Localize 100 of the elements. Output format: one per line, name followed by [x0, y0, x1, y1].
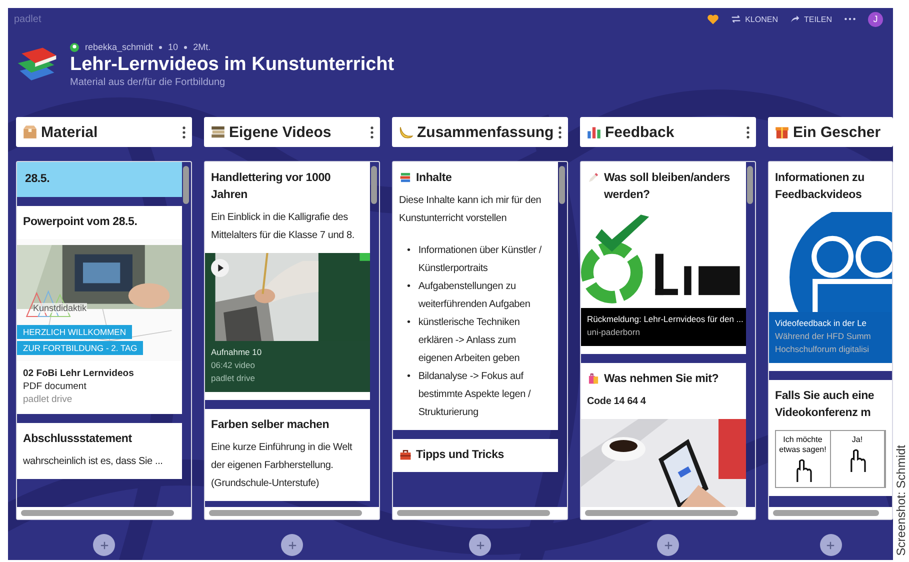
- add-post-button[interactable]: [820, 534, 842, 556]
- like-count: 10: [168, 42, 178, 52]
- scrollbar-thumb[interactable]: [397, 510, 550, 516]
- scrollbar-thumb[interactable]: [585, 510, 738, 516]
- post-title: Was nehmen Sie mit?: [604, 372, 719, 387]
- avatar[interactable]: J: [868, 12, 883, 26]
- post-title: Abschlussstatement: [23, 432, 132, 447]
- separator-dot: [184, 46, 188, 48]
- heart-icon[interactable]: [707, 14, 720, 24]
- column-title: Zusammenfassung: [417, 124, 555, 140]
- attachment-text: Hochschulforum digitalisi: [775, 343, 870, 356]
- speech-text: Ich möchte etwas sagen!: [778, 435, 828, 455]
- attachment-preview[interactable]: Aufnahme 10 06:42 video padlet drive: [205, 253, 370, 392]
- post-card[interactable]: [393, 162, 558, 430]
- kebab-menu-icon[interactable]: [182, 126, 186, 138]
- column-title: Ein Gescher: [793, 124, 882, 140]
- post-title: 28.5.: [25, 172, 50, 187]
- bullet-item: Informationen über Künstler / Künstlerportraits: [418, 244, 542, 276]
- box-icon: [22, 124, 38, 140]
- plus-icon: [100, 540, 108, 550]
- bullet-item: Bildanalyse -> Fokus auf bestimmte Aspekte legen / Strukturierung: [418, 370, 532, 420]
- bullet-item: künstlerische Techniken erklären -> Anlass zum eigenen Arbeiten geben: [418, 316, 521, 366]
- post-text: wahrscheinlich ist es, dass Sie ...: [23, 455, 164, 469]
- bullet-marker: •: [407, 280, 410, 294]
- plus-icon: [476, 540, 484, 550]
- board-subtitle: Material aus der/für die Fortbildung: [70, 77, 226, 88]
- post-card[interactable]: Falls Sie auch eine Videokonferenz m Ich möchte etwas sagen! Ja!: [769, 380, 892, 496]
- post-card[interactable]: 28.5.: [17, 162, 182, 197]
- slide-banner: HERZLICH WILLKOMMEN: [17, 325, 132, 339]
- toolbox-icon: [399, 448, 412, 461]
- post-card[interactable]: Handlettering vor 1000 Jahren Ein Einblick in die Kalligrafie des Mittelalters für die Klasse 7 und 8. Aufnahme 10 06:42 video padlet drive: [205, 162, 370, 400]
- image-credit: Screenshot: Schmidt: [894, 445, 908, 556]
- post-card[interactable]: Informationen zu Feedbackvideos Videofeedback in der Le Während der HFD Summ Hochschulforum digitalisi: [769, 162, 892, 371]
- post-text: Ein Einblick in die Kalligrafie des Mittelalters für die Klasse 7 und 8.: [211, 211, 356, 243]
- books-icon: [399, 171, 412, 184]
- slide-preview[interactable]: Kunstdidaktik HERZLICH WILLKOMMEN ZUR FORTBILDUNG - 2. TAG: [17, 239, 182, 361]
- attachment-text: 06:42 video: [211, 359, 256, 372]
- column-title: Eigene Videos: [229, 124, 332, 140]
- kebab-menu-icon[interactable]: [746, 126, 750, 138]
- pencil-icon: [587, 171, 600, 184]
- board-title: Lehr-Lernvideos im Kunstunterricht: [70, 54, 394, 76]
- bullet-marker: •: [407, 370, 410, 384]
- post-card[interactable]: Abschlussstatement wahrscheinlich ist es, dass Sie ...: [17, 423, 182, 479]
- plus-icon: [826, 540, 835, 550]
- post-title: Falls Sie auch eine Videokonferenz m: [775, 389, 876, 421]
- scrollbar-thumb[interactable]: [773, 510, 879, 516]
- kebab-menu-icon[interactable]: [370, 126, 374, 138]
- add-post-button[interactable]: [281, 534, 303, 556]
- attachment-text: padlet drive: [23, 393, 74, 406]
- attachment-text: uni-paderborn: [587, 326, 641, 339]
- speech-text: Ja!: [852, 435, 863, 445]
- author-name[interactable]: rebekka_schmidt: [85, 42, 154, 52]
- kebab-menu-icon[interactable]: [558, 126, 562, 138]
- scrollbar-thumb[interactable]: [559, 166, 565, 204]
- column-title: Feedback: [605, 124, 676, 140]
- post-text: Code 14 64 4: [587, 395, 647, 409]
- attachment-text: Während der HFD Summ: [775, 330, 872, 343]
- swap-icon: [731, 14, 742, 24]
- scrollbar-thumb[interactable]: [371, 166, 377, 204]
- separator-dot: [159, 46, 162, 48]
- scrollbar-thumb[interactable]: [747, 166, 753, 204]
- scrollbar-thumb[interactable]: [209, 510, 362, 516]
- post-text: Diese Inhalte kann ich mir für den Kunstunterricht vorstellen: [399, 194, 542, 226]
- post-card[interactable]: Was soll bleiben/anders werden? Rückmeldung: Lehr-Lernvideos für den ... uni-paderborn: [581, 162, 746, 354]
- scrollbar-thumb[interactable]: [21, 510, 174, 516]
- post-title: Powerpoint vom 28.5.: [23, 215, 138, 230]
- share-icon: [790, 14, 800, 24]
- post-title: Tipps und Tricks: [416, 448, 504, 463]
- add-post-button[interactable]: [93, 534, 115, 556]
- bullet-marker: •: [407, 244, 410, 258]
- bar-chart-icon: [586, 124, 602, 140]
- post-title: Was soll bleiben/anders werden?: [604, 171, 731, 203]
- attachment-preview[interactable]: Rückmeldung: Lehr-Lernvideos für den ... uni-paderborn: [581, 212, 746, 346]
- bullet-marker: •: [407, 316, 410, 330]
- attachment-text: Aufnahme 10: [211, 346, 263, 359]
- post-card[interactable]: Farben selber machen Eine kurze Einführung in die Welt der eigenen Farbherstellung. (Grundschule-Unterstufe): [205, 409, 370, 501]
- post-title: Inhalte: [416, 171, 452, 186]
- more-icon[interactable]: [844, 17, 856, 21]
- gift-icon: [774, 124, 790, 140]
- play-icon[interactable]: [211, 259, 229, 277]
- attachment-text: 02 FoBi Lehr Lernvideos: [23, 367, 135, 380]
- plus-icon: [664, 540, 672, 550]
- banana-icon: [398, 124, 414, 140]
- toolbar-button[interactable]: TEILEN: [790, 14, 832, 24]
- add-post-button[interactable]: [657, 534, 679, 556]
- post-title: Farben selber machen: [211, 418, 330, 433]
- attachment-text: PDF document: [23, 380, 88, 393]
- post-card[interactable]: Powerpoint vom 28.5. Kunstdidaktik HERZLICH WILLKOMMEN ZUR FORTBILDUNG - 2. TAG 02 FoBi Lehr Lernvideos PDF document padlet drive: [17, 206, 182, 414]
- column-title: Material: [41, 124, 99, 140]
- attachment-text: padlet drive: [211, 372, 256, 385]
- shopping-bag-icon: [587, 372, 600, 385]
- post-title: Informationen zu Feedbackvideos: [775, 171, 866, 203]
- toolbar-button[interactable]: KLONEN: [731, 14, 778, 24]
- post-card[interactable]: Tipps und Tricks: [393, 439, 558, 472]
- attachment-preview[interactable]: Videofeedback in der Le Während der HFD Summ Hochschulforum digitalisi: [769, 212, 892, 363]
- scrollbar-thumb[interactable]: [183, 166, 189, 204]
- post-card[interactable]: Was nehmen Sie mit? Code 14 64 4: [581, 363, 746, 507]
- post-title: Handlettering vor 1000 Jahren: [211, 171, 332, 203]
- user-icon: [70, 42, 79, 52]
- post-text: Eine kurze Einführung in die Welt der eigenen Farbherstellung. (Grundschule-Unterstufe): [211, 441, 354, 491]
